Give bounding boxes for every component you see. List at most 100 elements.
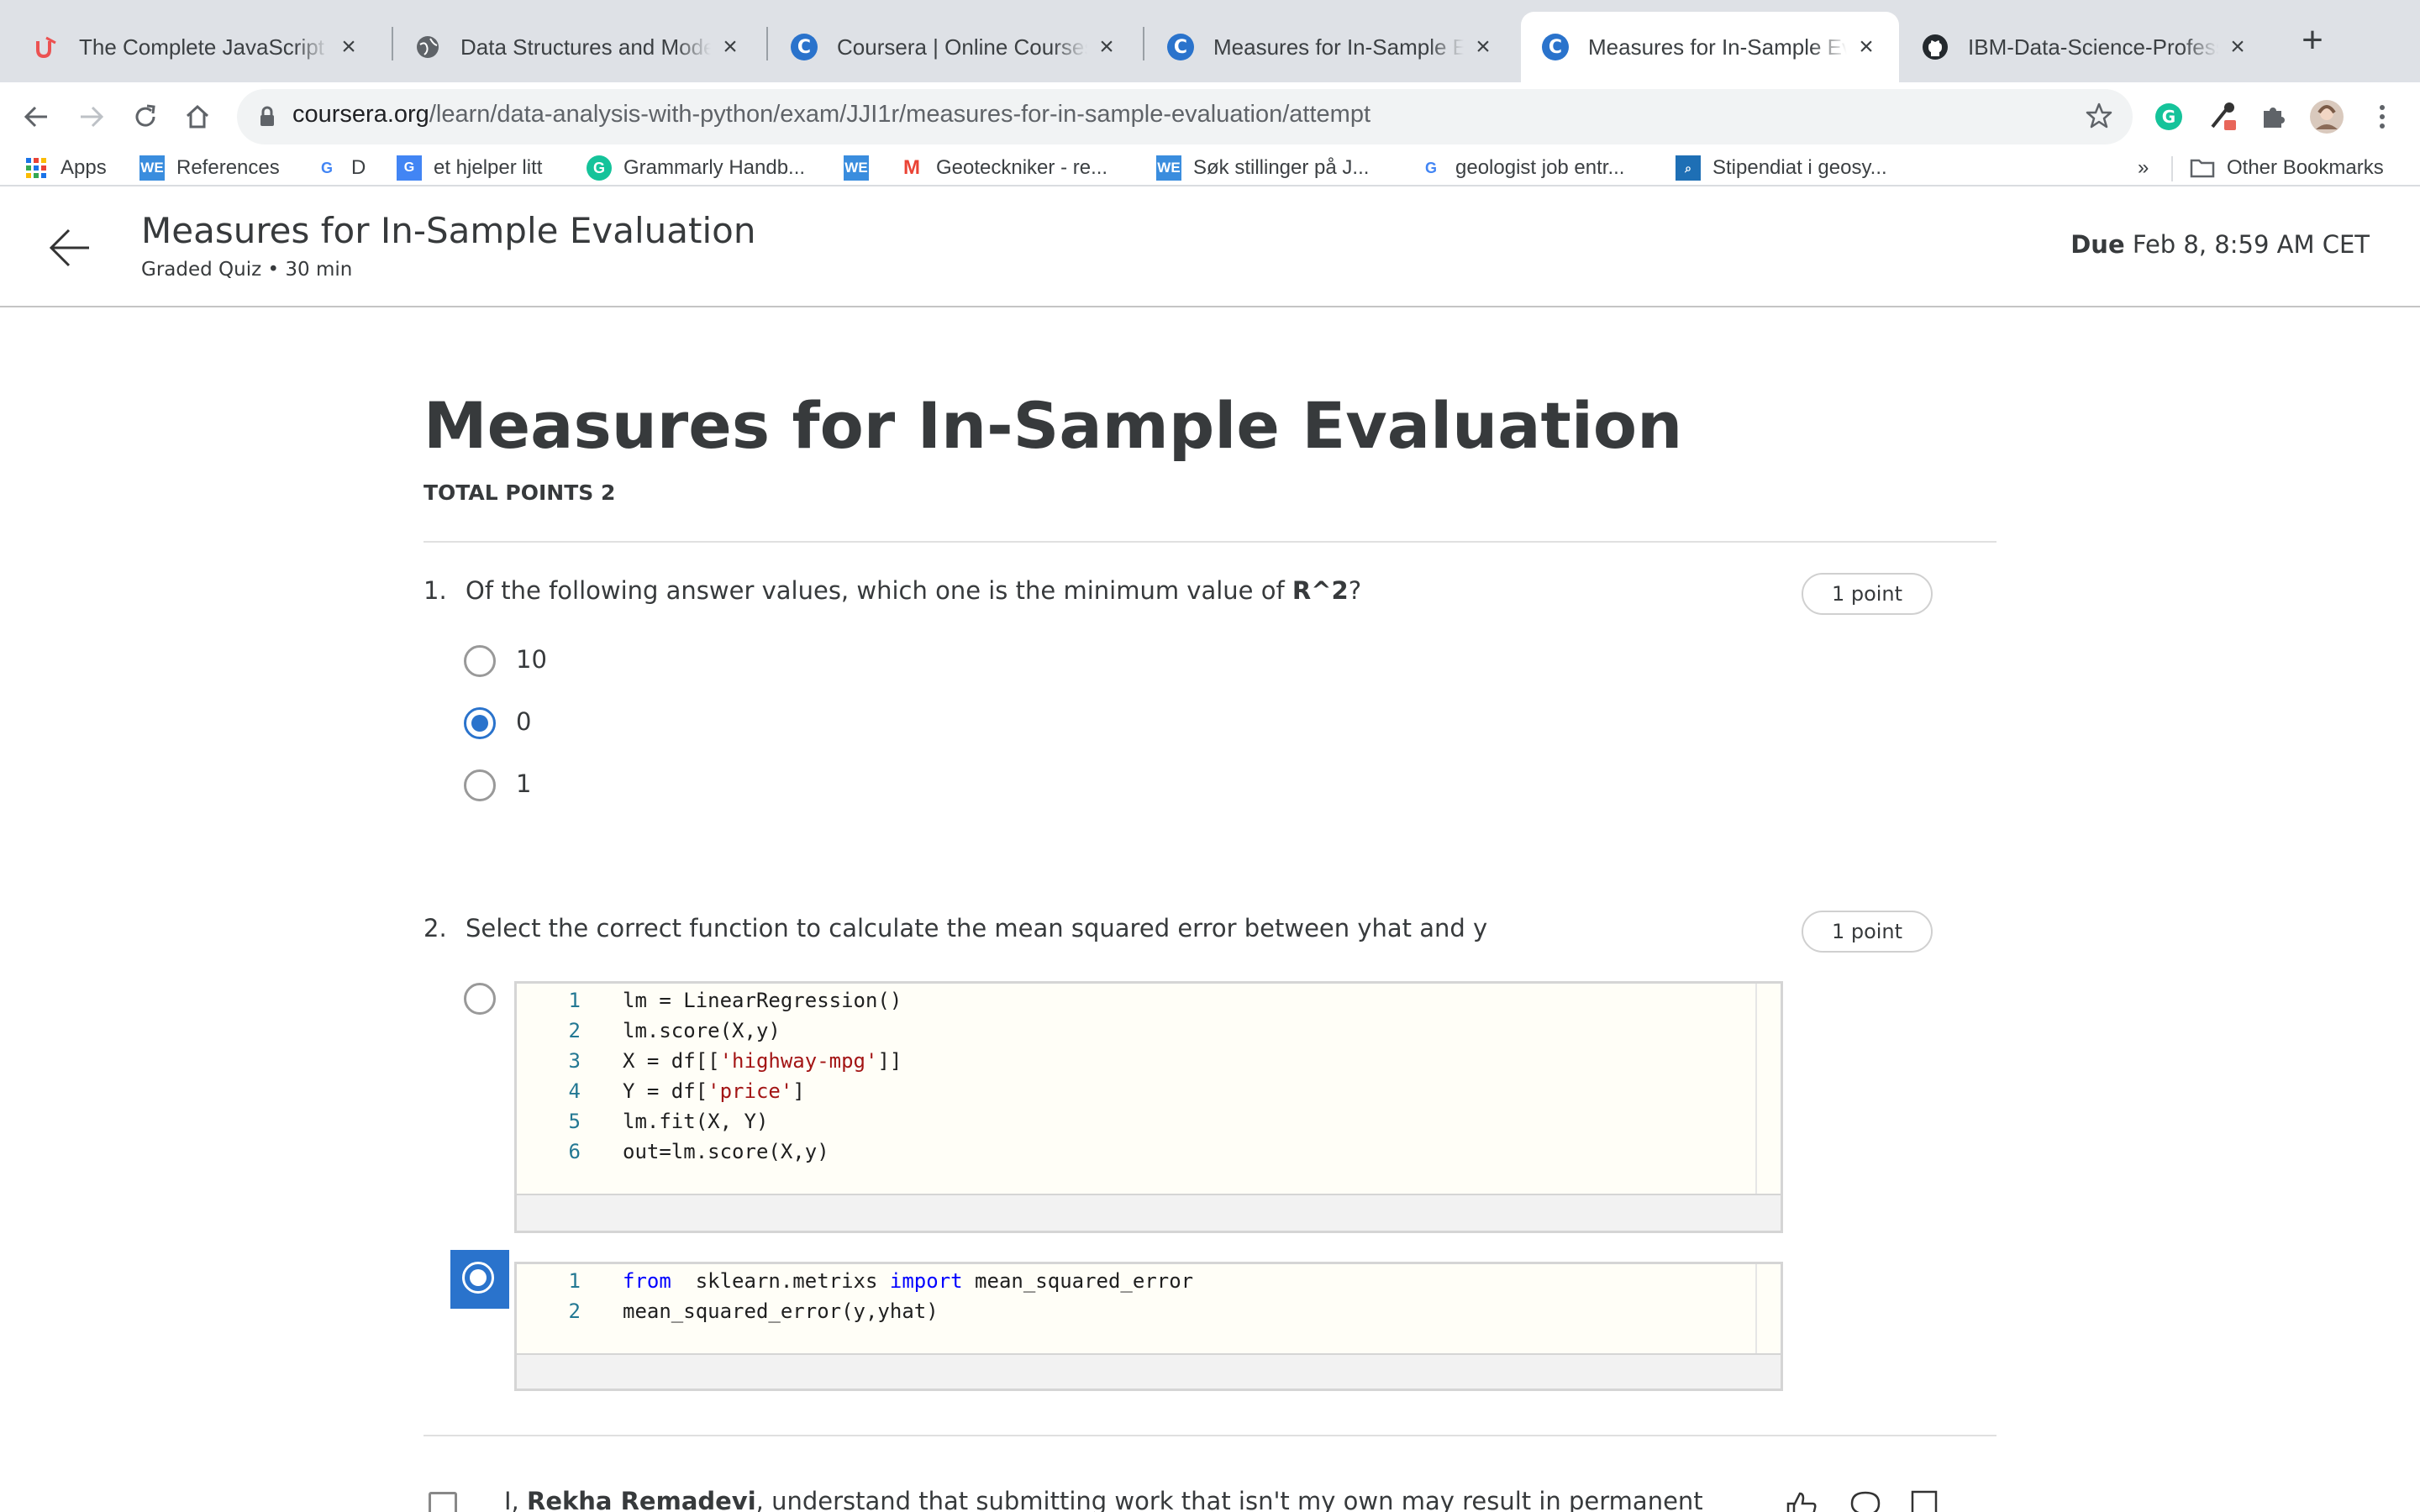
code-option-a[interactable]: 1 lm = LinearRegression() 2 lm.score(X,y) … [514, 981, 1783, 1233]
svg-text:G: G [2162, 107, 2175, 127]
reload-icon [135, 104, 155, 127]
back-button[interactable] [17, 97, 55, 136]
url-path: /learn/data-analysis-with-python/exam/JJ… [429, 101, 1371, 128]
close-icon[interactable]: × [1470, 33, 1496, 60]
q2-option-radio[interactable] [464, 983, 496, 1015]
code-token: mean_squared_error [962, 1269, 1194, 1293]
q1-option-label[interactable]: 1 [516, 769, 531, 798]
globe-icon [413, 33, 442, 61]
coursera-icon: C [1166, 33, 1195, 61]
google-translate-icon: G [397, 155, 422, 181]
tab-4[interactable]: C Measures for In-Sample Eval × [1146, 12, 1516, 82]
url-host: coursera.org [292, 101, 429, 128]
code-token: Y = df[ [623, 1079, 708, 1103]
code-scrollbar[interactable] [1755, 1264, 1781, 1355]
code-scrollbar[interactable] [1755, 984, 1781, 1197]
bookmark-label: Other Bookmarks [2227, 156, 2384, 179]
new-tab-button[interactable]: + [2292, 19, 2333, 60]
github-icon [1921, 33, 1949, 61]
grammarly-extension-icon[interactable]: G [2151, 99, 2186, 134]
reload-button[interactable] [126, 97, 165, 136]
bookmark-geoteckniker[interactable]: M Geoteckniker - re... [899, 151, 1107, 185]
other-bookmarks[interactable]: Other Bookmarks [2190, 151, 2384, 185]
bookmark-sok-stillinger[interactable]: WE Søk stillinger på J... [1156, 151, 1369, 185]
bookmarks-bar: Apps WE References G D G et hjelper litt… [0, 151, 2420, 186]
line-number: 6 [568, 1140, 581, 1163]
close-icon[interactable]: × [336, 33, 361, 60]
line-number: 2 [568, 1019, 581, 1042]
tab-title: Measures for In-Sample Eval [1213, 34, 1464, 60]
bookmark-apps[interactable]: Apps [24, 151, 107, 185]
forward-button[interactable] [72, 97, 111, 136]
folder-icon [2190, 155, 2215, 181]
close-icon[interactable]: × [718, 33, 743, 60]
tab-title: Data Structures and Modern [460, 34, 711, 60]
back-arrow-icon [24, 106, 47, 128]
q1-option-label[interactable]: 10 [516, 645, 547, 674]
code-text: mean_squared_error(y,yhat) [623, 1299, 939, 1323]
bookmark-d[interactable]: G D [314, 151, 366, 185]
q1-option-label[interactable]: 0 [516, 707, 531, 736]
bookmark-label: et hjelper litt [434, 156, 543, 179]
extensions-puzzle-icon[interactable] [2255, 99, 2291, 134]
question-2-number: 2. [424, 914, 447, 942]
back-arrow-icon[interactable] [47, 225, 92, 270]
q1-option-radio[interactable] [464, 645, 496, 677]
we-icon: WE [844, 155, 869, 181]
tab-1[interactable]: The Complete JavaScript Co × [12, 12, 381, 82]
search-site-icon: ⌕ [1676, 155, 1701, 181]
grammarly-icon: G [587, 155, 612, 181]
bookmark-et-hjelper-litt[interactable]: G et hjelper litt [397, 151, 542, 185]
tab-title: The Complete JavaScript Co [79, 34, 329, 60]
question-text-part: ? [1348, 576, 1362, 605]
flag-icon[interactable] [1907, 1488, 1941, 1512]
coursera-icon: C [790, 33, 818, 61]
we-icon: WE [139, 155, 165, 181]
q1-option-radio[interactable] [464, 769, 496, 801]
line-number: 4 [568, 1079, 581, 1103]
apps-grid-icon [24, 155, 49, 181]
q2-option-radio-selected[interactable] [462, 1262, 494, 1294]
bookmark-star-icon[interactable] [2084, 101, 2114, 135]
tab-3[interactable]: C Coursera | Online Courses & × [770, 12, 1139, 82]
bookmark-geologist-job[interactable]: G geologist job entr... [1418, 151, 1624, 185]
code-string: 'highway-mpg' [719, 1049, 878, 1073]
tab-title: Measures for In-Sample Eva [1588, 34, 1847, 60]
close-icon[interactable]: × [1094, 33, 1119, 60]
code-text: lm = LinearRegression() [623, 989, 902, 1012]
close-icon[interactable]: × [1854, 33, 1879, 60]
bookmarks-overflow-button[interactable]: » [2138, 151, 2149, 185]
bookmark-stipendiat[interactable]: ⌕ Stipendiat i geosy... [1676, 151, 1887, 185]
profile-avatar[interactable] [2309, 99, 2344, 134]
divider [424, 1435, 1996, 1436]
tab-2[interactable]: Data Structures and Modern × [393, 12, 763, 82]
code-footer [517, 1353, 1781, 1389]
bookmark-we[interactable]: WE [844, 151, 881, 185]
close-icon[interactable]: × [2225, 33, 2250, 60]
tab-6[interactable]: IBM-Data-Science-Professio × [1901, 12, 2270, 82]
tab-5-active[interactable]: C Measures for In-Sample Eva × [1521, 12, 1899, 82]
q2-option-radio-focused[interactable] [450, 1250, 509, 1309]
browser-menu-icon[interactable] [2365, 99, 2400, 134]
question-2-points: 1 point [1802, 911, 1933, 953]
due-value: Feb 8, 8:59 AM CET [2132, 230, 2370, 259]
quiz-title: Measures for In-Sample Evaluation [424, 388, 1683, 463]
comment-icon[interactable] [1849, 1488, 1882, 1512]
address-bar[interactable]: coursera.org/learn/data-analysis-with-py… [237, 89, 2133, 144]
code-text: out=lm.score(X,y) [623, 1140, 829, 1163]
eyedropper-extension-icon[interactable] [2205, 99, 2240, 134]
code-option-b[interactable]: 1 from sklearn.metrixs import mean_square… [514, 1262, 1783, 1391]
bookmark-grammarly[interactable]: G Grammarly Handb... [587, 151, 805, 185]
bookmark-references[interactable]: WE References [139, 151, 280, 185]
tab-divider [766, 27, 768, 60]
header-subtitle: Graded Quiz • 30 min [141, 259, 353, 281]
code-text: lm.score(X,y) [623, 1019, 781, 1042]
bookmarks-divider [2171, 156, 2173, 181]
home-button[interactable] [178, 97, 217, 136]
home-icon [186, 104, 209, 129]
honor-code-checkbox[interactable] [429, 1492, 457, 1512]
code-footer [517, 1194, 1781, 1231]
thumbs-up-icon[interactable] [1785, 1488, 1818, 1512]
q1-option-radio-selected[interactable] [464, 707, 496, 739]
forward-arrow-icon [81, 106, 104, 128]
